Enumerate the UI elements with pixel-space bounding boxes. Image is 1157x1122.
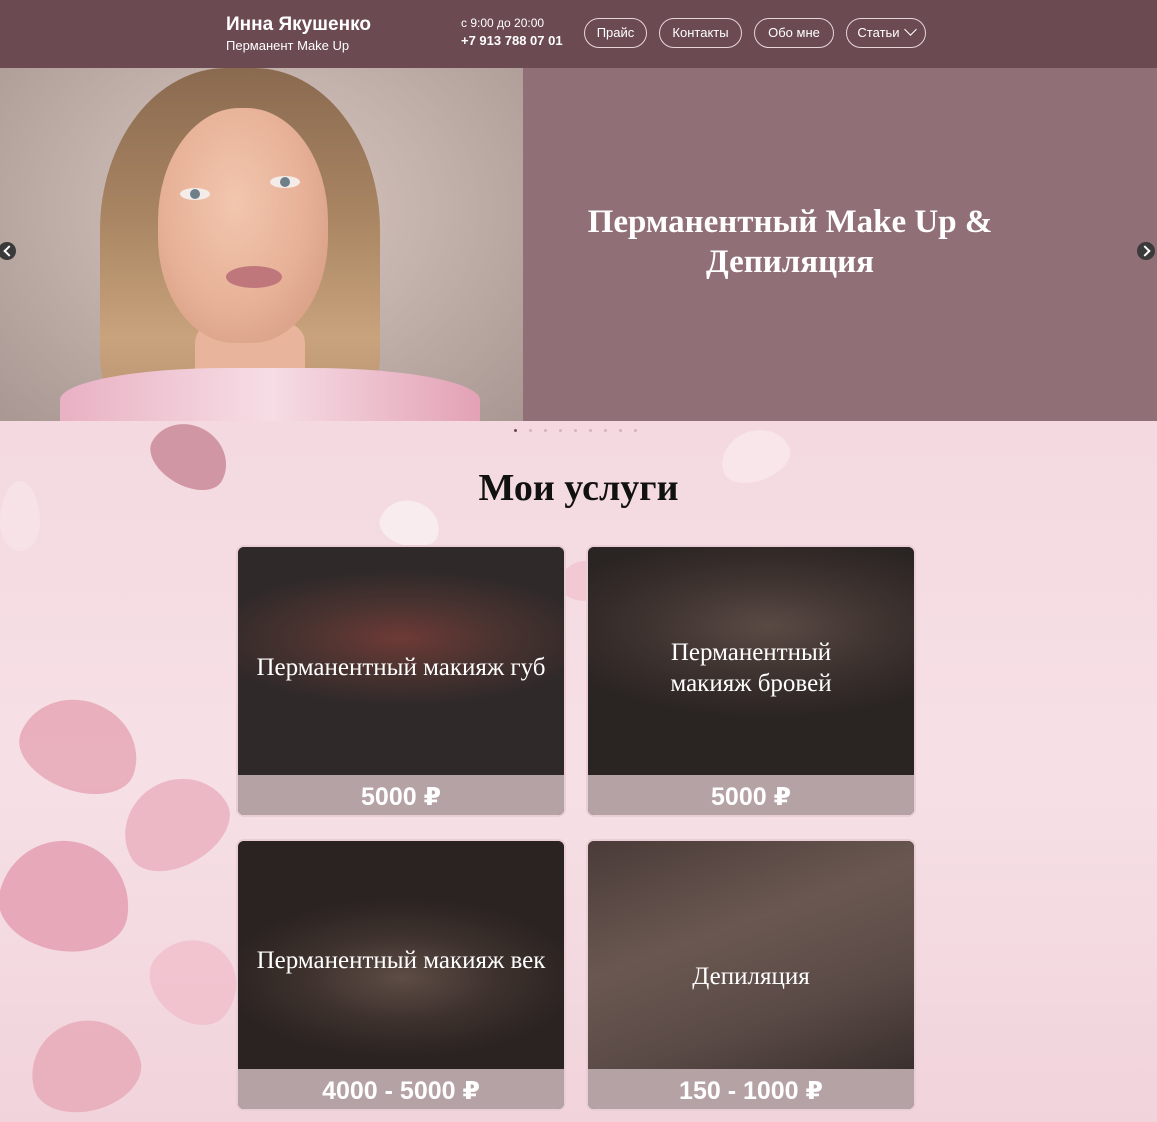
service-label: Перманентный макияж век [256,947,546,974]
services-title: Мои услуги [478,467,679,509]
service-price: 5000 ₽ [588,775,914,815]
nav-articles-label: Статьи [857,25,900,40]
service-price: 150 - 1000 ₽ [588,1069,914,1109]
phone-number[interactable]: +7 913 788 07 01 [461,32,563,50]
hero-slider: Перманентный Make Up & Депиляция [0,68,1157,421]
slide-dot[interactable] [559,429,562,432]
service-card-brows[interactable]: Перманентный макияж бровей 5000 ₽ [586,545,916,817]
slide-dot[interactable] [619,429,622,432]
chevron-down-icon [903,23,917,36]
slide-dot[interactable] [514,429,517,432]
slide-dot[interactable] [574,429,577,432]
service-card-depilation[interactable]: Депиляция 150 - 1000 ₽ [586,839,916,1111]
hero-portrait-image [0,68,523,421]
brand[interactable]: Инна Якушенко Перманент Make Up [226,14,371,55]
nav-about-label: Обо мне [768,25,820,40]
nav-about-button[interactable]: Обо мне [754,18,834,48]
nav-contacts-button[interactable]: Контакты [659,18,742,48]
nav-price-label: Прайс [596,25,635,40]
slide-dot[interactable] [544,429,547,432]
nav-articles-button[interactable]: Статьи [846,18,926,48]
slide-dot[interactable] [589,429,592,432]
slide-dot[interactable] [634,429,637,432]
service-label: Перманентный макияж бровей [670,639,832,697]
working-hours: с 9:00 до 20:00 [461,16,545,30]
service-image-depilation [588,841,914,1069]
hero-title: Перманентный Make Up & Депиляция [587,204,993,280]
next-arrow-icon[interactable] [1137,242,1155,260]
service-card-eyelids[interactable]: Перманентный макияж век 4000 - 5000 ₽ [236,839,566,1111]
service-label: Перманентный макияж губ [256,654,546,681]
nav-contacts-label: Контакты [672,25,729,40]
service-card-lips[interactable]: Перманентный макияж губ 5000 ₽ [236,545,566,817]
service-price: 4000 - 5000 ₽ [238,1069,564,1109]
nav-price-button[interactable]: Прайс [584,18,647,48]
slide-dot[interactable] [604,429,607,432]
service-price: 5000 ₽ [238,775,564,815]
brand-name[interactable]: Инна Якушенко [226,14,371,36]
service-label: Депиляция [692,963,810,990]
services-section [0,421,1157,1122]
slide-dot[interactable] [529,429,532,432]
brand-subtitle: Перманент Make Up [226,38,350,53]
site-header: Инна Якушенко Перманент Make Up с 9:00 д… [0,0,1157,68]
contact-info: с 9:00 до 20:00 +7 913 788 07 01 [461,15,563,50]
